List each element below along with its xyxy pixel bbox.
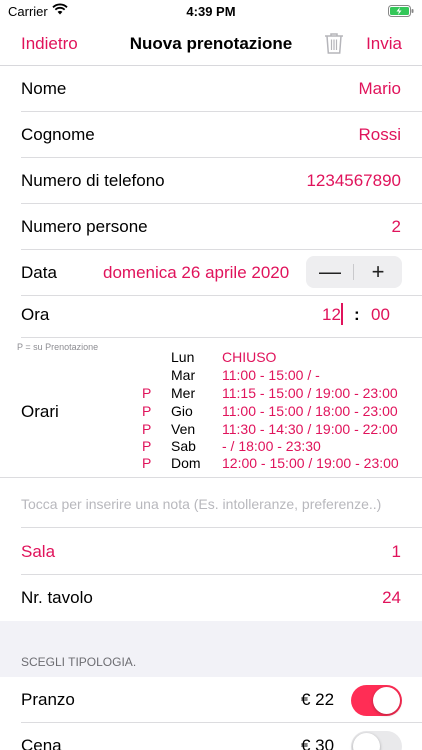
trash-icon[interactable] bbox=[323, 31, 345, 60]
guests-field[interactable]: 2 bbox=[392, 217, 401, 237]
name-label: Nome bbox=[21, 79, 67, 98]
hours-value: CHIUSO bbox=[222, 349, 277, 365]
date-stepper: — + bbox=[306, 256, 402, 288]
type-row-dinner: Cena € 30 bbox=[0, 723, 422, 750]
type-label: Pranzo bbox=[21, 690, 75, 709]
type-price: € 30 bbox=[301, 736, 335, 750]
room-value[interactable]: 1 bbox=[392, 542, 401, 562]
page-title: Nuova prenotazione bbox=[129, 34, 293, 53]
toggle-knob bbox=[373, 687, 400, 714]
booking-marker: P bbox=[142, 438, 152, 454]
name-row[interactable]: Nome Mario bbox=[21, 66, 422, 112]
hour-field[interactable]: 12 bbox=[322, 305, 341, 325]
time-separator: : bbox=[354, 305, 360, 324]
table-number-label: Nr. tavolo bbox=[21, 588, 93, 607]
day-label: Sab bbox=[171, 438, 196, 454]
send-button[interactable]: Invia bbox=[366, 34, 402, 54]
hours-value: 12:00 - 15:00 / 19:00 - 23:00 bbox=[222, 455, 399, 471]
section-header: SCEGLI TIPOLOGIA. bbox=[21, 655, 137, 669]
text-cursor bbox=[341, 303, 343, 325]
minutes-field[interactable]: 00 bbox=[371, 305, 390, 325]
hours-value: 11:00 - 15:00 / - bbox=[222, 367, 320, 383]
phone-row[interactable]: Numero di telefono 1234567890 bbox=[21, 158, 422, 204]
surname-row[interactable]: Cognome Rossi bbox=[21, 112, 422, 158]
toggle-knob bbox=[353, 733, 380, 750]
type-label: Cena bbox=[21, 736, 62, 750]
hours-value: 11:15 - 15:00 / 19:00 - 23:00 bbox=[222, 385, 398, 401]
booking-legend: P = su Prenotazione bbox=[17, 342, 99, 352]
day-label: Mer bbox=[171, 385, 196, 401]
hours-value: 11:30 - 14:30 / 19:00 - 22:00 bbox=[222, 421, 398, 437]
day-label: Dom bbox=[171, 455, 201, 471]
date-value[interactable]: domenica 26 aprile 2020 bbox=[103, 263, 289, 283]
guests-label: Numero persone bbox=[21, 217, 148, 236]
note-placeholder: Tocca per inserire una nota (Es. intolle… bbox=[21, 496, 382, 512]
status-bar: Carrier 4:39 PM bbox=[0, 0, 422, 22]
day-label: Lun bbox=[171, 349, 195, 365]
surname-field[interactable]: Rossi bbox=[358, 125, 401, 145]
surname-label: Cognome bbox=[21, 125, 95, 144]
table-number-row[interactable]: Nr. tavolo 24 bbox=[21, 575, 422, 621]
note-field[interactable]: Tocca per inserire una nota (Es. intolle… bbox=[21, 479, 422, 528]
dinner-toggle[interactable] bbox=[351, 731, 402, 750]
date-row: Data domenica 26 aprile 2020 — + bbox=[21, 250, 422, 296]
lunch-toggle[interactable] bbox=[351, 685, 402, 716]
navigation-bar: Indietro Nuova prenotazione Invia bbox=[0, 22, 422, 66]
name-field[interactable]: Mario bbox=[358, 79, 401, 99]
time-label: Ora bbox=[21, 305, 50, 324]
booking-marker: P bbox=[142, 385, 152, 401]
date-label: Data bbox=[21, 263, 57, 282]
opening-hours-label: Orari bbox=[21, 402, 59, 421]
day-label: Ven bbox=[171, 421, 196, 437]
room-label: Sala bbox=[21, 542, 56, 561]
divider bbox=[0, 477, 422, 478]
day-label: Gio bbox=[171, 403, 193, 419]
booking-marker: P bbox=[142, 403, 152, 419]
battery-icon bbox=[388, 5, 414, 20]
booking-marker: P bbox=[142, 455, 152, 471]
phone-label: Numero di telefono bbox=[21, 171, 165, 190]
type-row-lunch: Pranzo € 22 bbox=[0, 677, 422, 723]
increment-button[interactable]: + bbox=[354, 256, 402, 288]
day-label: Mar bbox=[171, 367, 196, 383]
opening-hours: P = su Prenotazione Orari Lun CHIUSO Mar… bbox=[0, 338, 422, 478]
phone-field[interactable]: 1234567890 bbox=[306, 171, 401, 191]
status-time: 4:39 PM bbox=[186, 4, 236, 19]
hours-value: - / 18:00 - 23:30 bbox=[222, 438, 321, 454]
type-price: € 22 bbox=[301, 690, 335, 709]
booking-marker: P bbox=[142, 421, 152, 437]
guests-row[interactable]: Numero persone 2 bbox=[21, 204, 422, 250]
table-number-value[interactable]: 24 bbox=[382, 588, 401, 608]
room-row[interactable]: Sala 1 bbox=[21, 529, 422, 575]
hours-value: 11:00 - 15:00 / 18:00 - 23:00 bbox=[222, 403, 398, 419]
decrement-button[interactable]: — bbox=[306, 256, 354, 288]
time-row: Ora 12 : 00 bbox=[21, 292, 422, 338]
